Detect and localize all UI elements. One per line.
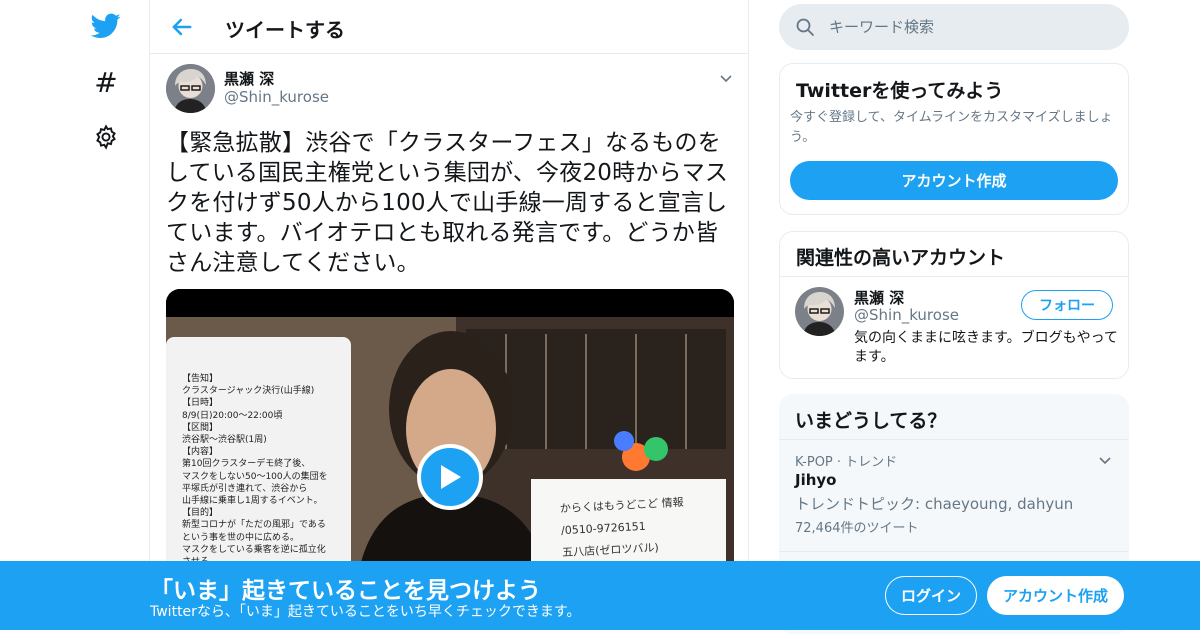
signup-card: Twitterを使ってみよう 今すぐ登録して、タイムラインをカスタマイズしましょ… <box>779 63 1129 215</box>
chevron-down-icon[interactable] <box>1097 452 1113 468</box>
play-icon <box>441 465 461 489</box>
tweet-text: 【緊急拡散】渋谷で「クラスターフェス」なるものをしている国民主権党という集団が、… <box>166 130 729 276</box>
login-button[interactable]: ログイン <box>885 576 977 615</box>
notice-line: 【区間】 <box>182 422 219 433</box>
divider <box>779 551 1129 552</box>
notice-line: 新型コロナが「ただの風邪」である <box>182 520 326 531</box>
signup-banner: 「いま」起きていることを見つけよう Twitterなら、「いま」起きていることを… <box>0 561 1200 630</box>
related-accounts-card: 関連性の高いアカウント 黒瀬 深 @Shin_kurose フォロー 気の向くま… <box>779 231 1129 379</box>
chevron-down-icon[interactable] <box>718 70 734 86</box>
play-button[interactable] <box>417 444 483 510</box>
related-card-title: 関連性の高いアカウント <box>796 247 1006 269</box>
trend-count: 72,464件のツイート <box>795 521 919 536</box>
notice-line: クラスタージャック決行(山手線) <box>182 386 315 397</box>
gear-icon[interactable] <box>90 121 122 153</box>
trend-topics: トレンドトピック: chaeyoung, dahyun <box>795 495 1074 513</box>
notice-line: 【目的】 <box>182 508 219 519</box>
main-column: ツイートする 黒瀬 深 @Shin_kurose 【緊急拡散】渋谷で「クラスター… <box>149 0 749 630</box>
related-row: フォロー <box>780 277 1130 337</box>
page-header: ツイートする <box>150 0 748 54</box>
trend-context: K-POP · トレンド <box>795 455 898 470</box>
signup-button[interactable]: アカウント作成 <box>987 576 1124 615</box>
signup-card-description: 今すぐ登録して、タイムラインをカスタマイズしましょう。 <box>790 110 1113 145</box>
notice-line: マスクをしない50〜100人の集団を <box>182 471 328 482</box>
notice-line: 【内容】 <box>182 447 219 458</box>
notice-line: 【日時】 <box>182 398 219 409</box>
trend-name: Jihyo <box>795 471 837 489</box>
avatar[interactable] <box>166 64 215 113</box>
left-nav: # <box>0 0 150 630</box>
tweet-author[interactable]: 黒瀬 深 @Shin_kurose <box>166 64 329 113</box>
back-arrow-icon[interactable] <box>168 13 196 41</box>
notice-line: 8/9(日)20:00〜22:00頃 <box>182 410 283 421</box>
signup-card-title: Twitterを使ってみよう <box>796 80 1004 102</box>
twitter-logo-icon[interactable] <box>90 10 122 42</box>
notice-line: 渋谷駅〜渋谷駅(1周) <box>182 435 267 446</box>
trends-title: いまどうしてる？ <box>795 410 947 432</box>
author-handle[interactable]: @Shin_kurose <box>224 88 329 106</box>
notice-line: 平塚氏が引き連れて、渋谷から <box>182 483 308 494</box>
notice-line: マスクをしている乗客を逆に孤立化 <box>182 544 326 555</box>
hashtag-icon[interactable]: # <box>90 66 122 99</box>
tweet-video[interactable]: 【告知】クラスタージャック決行(山手線) 【日時】 8/9(日)20:00〜22:0… <box>166 289 734 589</box>
video-notice-board: 【告知】クラスタージャック決行(山手線) 【日時】 8/9(日)20:00〜22:0… <box>182 373 347 580</box>
banner-subtitle: Twitterなら、「いま」起きていることをいち早くチェックできます。 <box>150 604 581 620</box>
banner-title: 「いま」起きていることを見つけよう <box>150 578 541 604</box>
author-name[interactable]: 黒瀬 深 <box>224 68 274 89</box>
search-icon <box>795 17 815 37</box>
notice-line: 【告知】 <box>182 374 219 384</box>
create-account-button[interactable]: アカウント作成 <box>790 161 1118 200</box>
notice-line: 第10回クラスターデモ終了後、 <box>182 459 311 470</box>
page-title: ツイートする <box>225 18 345 42</box>
notice-line: という事を世の中に広める。 <box>182 532 300 543</box>
notice-line: 山手線に乗車し1周するイベント。 <box>182 496 323 507</box>
search-box[interactable] <box>779 4 1129 50</box>
search-input[interactable] <box>829 12 1109 42</box>
video-whiteboard: からくはもうどこど 情報/0510-9726151 五八店(ゼロツバル) <box>559 490 722 564</box>
related-bio: 気の向くままに呟きます。ブログもやってます。 <box>854 330 1118 365</box>
follow-button[interactable]: フォロー <box>1021 290 1113 320</box>
trend-item[interactable]: K-POP · トレンド Jihyo トレンドトピック: chaeyoung, … <box>779 440 1129 540</box>
